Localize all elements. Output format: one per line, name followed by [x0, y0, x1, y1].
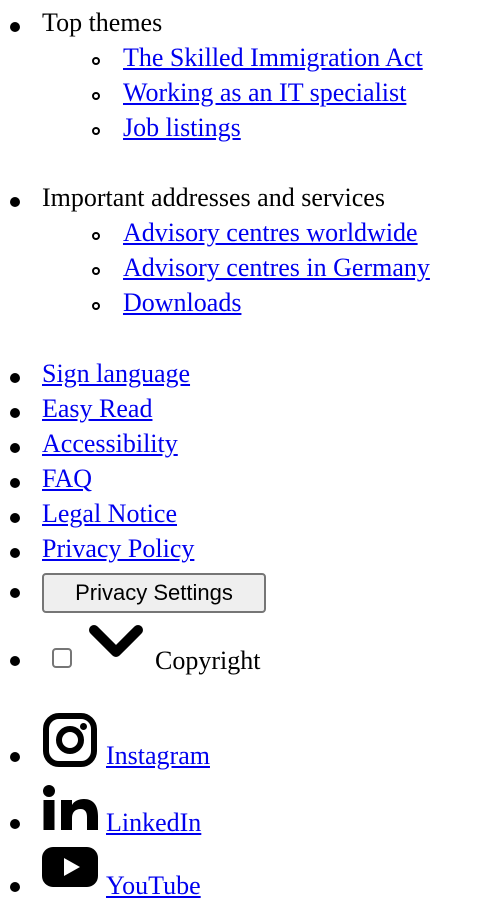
chevron-down-icon[interactable]	[88, 624, 144, 660]
copyright-label: Copyright	[155, 646, 261, 675]
link-linkedin[interactable]: LinkedIn	[106, 810, 201, 836]
bullet	[10, 752, 20, 762]
link-instagram[interactable]: Instagram	[106, 743, 210, 769]
youtube-icon[interactable]	[42, 847, 98, 887]
link-job-listings[interactable]: Job listings	[123, 115, 241, 141]
link-sign-language[interactable]: Sign language	[42, 361, 190, 387]
sub-bullet	[92, 267, 100, 275]
sub-bullet	[92, 57, 100, 65]
bullet	[10, 408, 20, 418]
privacy-settings-button[interactable]: Privacy Settings	[42, 573, 266, 613]
link-working-it-specialist[interactable]: Working as an IT specialist	[123, 80, 406, 106]
bullet	[10, 548, 20, 558]
sub-bullet	[92, 127, 100, 135]
bullet	[10, 373, 20, 383]
link-downloads[interactable]: Downloads	[123, 290, 241, 316]
bullet	[10, 819, 20, 829]
sub-bullet	[92, 232, 100, 240]
link-skilled-immigration-act[interactable]: The Skilled Immigration Act	[123, 45, 423, 71]
link-accessibility[interactable]: Accessibility	[42, 431, 178, 457]
bullet	[10, 22, 20, 32]
bullet	[10, 656, 20, 666]
link-advisory-germany[interactable]: Advisory centres in Germany	[123, 255, 430, 281]
link-legal-notice[interactable]: Legal Notice	[42, 501, 177, 527]
link-advisory-worldwide[interactable]: Advisory centres worldwide	[123, 220, 418, 246]
section-title-top-themes: Top themes	[42, 8, 163, 37]
sub-bullet	[92, 302, 100, 310]
link-easy-read[interactable]: Easy Read	[42, 396, 152, 422]
copyright-checkbox[interactable]	[52, 648, 72, 668]
bullet	[10, 478, 20, 488]
link-youtube[interactable]: YouTube	[106, 873, 201, 899]
link-privacy-policy[interactable]: Privacy Policy	[42, 536, 194, 562]
bullet	[10, 513, 20, 523]
bullet	[10, 588, 20, 598]
instagram-icon[interactable]	[42, 712, 98, 768]
linkedin-icon[interactable]	[42, 785, 100, 831]
section-title-addresses: Important addresses and services	[42, 183, 385, 212]
bullet	[10, 882, 20, 892]
sub-bullet	[92, 92, 100, 100]
bullet	[10, 197, 20, 207]
link-faq[interactable]: FAQ	[42, 466, 92, 492]
bullet	[10, 443, 20, 453]
